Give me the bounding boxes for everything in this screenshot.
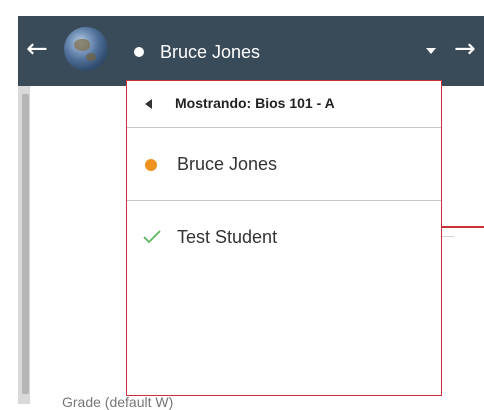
checkmark-icon <box>143 230 161 244</box>
section-header[interactable]: Mostrando: Bios 101 - A <box>127 81 441 128</box>
orange-dot-icon <box>145 159 157 171</box>
student-navigation-bar: ← Bruce Jones → <box>18 16 484 86</box>
chevron-down-icon[interactable] <box>426 48 436 54</box>
section-header-label: Mostrando: Bios 101 - A <box>175 95 335 111</box>
status-dot-icon <box>134 47 144 57</box>
globe-avatar-icon <box>64 27 108 71</box>
divider <box>442 236 454 237</box>
student-dropdown-menu: Mostrando: Bios 101 - A Bruce Jones Test… <box>126 80 442 396</box>
current-student-name[interactable]: Bruce Jones <box>160 40 260 64</box>
back-triangle-icon[interactable] <box>145 99 152 109</box>
arrow-left-icon[interactable]: ← <box>26 34 48 64</box>
scrollbar-thumb[interactable] <box>22 94 29 394</box>
student-option-label: Test Student <box>177 227 278 247</box>
student-option-test-student[interactable]: Test Student <box>127 201 441 273</box>
student-option-label: Bruce Jones <box>177 154 278 174</box>
student-option-bruce-jones[interactable]: Bruce Jones <box>127 128 441 201</box>
background-grade-label: Grade (default W) <box>62 394 174 410</box>
arrow-right-icon[interactable]: → <box>454 34 476 64</box>
highlight-connector-line <box>442 226 484 228</box>
